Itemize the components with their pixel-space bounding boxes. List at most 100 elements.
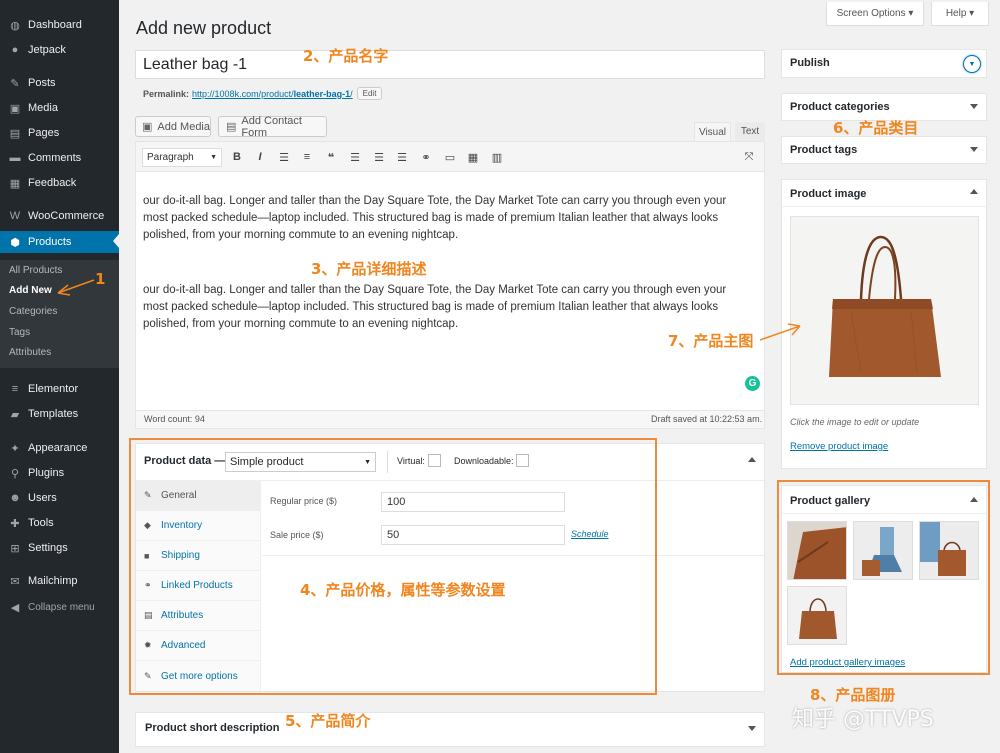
help-button[interactable]: Help ▾ — [931, 2, 989, 26]
sidebar-item-collapse-menu[interactable]: ◀ Collapse menu — [0, 596, 119, 618]
sidebar-item-plugins[interactable]: ⚲ Plugins — [0, 462, 119, 484]
sidebar-item-label: Feedback — [28, 177, 77, 189]
submenu-tags[interactable]: Tags — [9, 327, 30, 338]
sidebar-item-woocommerce[interactable]: W WooCommerce — [0, 205, 119, 227]
feedback-icon: ▦ — [9, 177, 21, 190]
tab-text[interactable]: Text — [735, 122, 765, 141]
permalink-suffix: / — [350, 88, 353, 99]
sidebar-item-label: Media — [28, 102, 58, 114]
grammarly-icon[interactable]: G — [745, 376, 760, 391]
numbered-list-icon[interactable]: ≡ — [300, 150, 314, 164]
add-media-button[interactable]: ▣ Add Media — [135, 116, 211, 137]
annotation-2: 2、产品名字 — [303, 47, 389, 65]
sidebar-item-label: Posts — [28, 77, 56, 89]
product-title-input[interactable]: Leather bag -1 — [135, 50, 765, 79]
sidebar-item-settings[interactable]: ⊞ Settings — [0, 537, 119, 559]
sidebar-item-posts[interactable]: ✎ Posts — [0, 72, 119, 94]
collapse-icon: ◀ — [10, 601, 20, 614]
collapse-caret-icon[interactable] — [748, 457, 756, 462]
expand-caret-icon[interactable] — [970, 147, 978, 152]
pushpin-icon: ✎ — [10, 77, 20, 90]
permalink-label: Permalink: — [143, 88, 190, 99]
italic-icon[interactable]: I — [253, 150, 267, 164]
sidebar-item-label: Pages — [28, 127, 60, 139]
sidebar-item-jetpack[interactable]: ● Jetpack — [0, 39, 119, 61]
chevron-down-icon[interactable]: ▼ — [963, 55, 981, 73]
table-icon[interactable]: ▥ — [490, 150, 504, 164]
submenu-attributes[interactable]: Attributes — [9, 347, 51, 358]
sidebar-item-label: Dashboard — [28, 19, 82, 31]
annotation-box-gallery — [777, 480, 990, 675]
plugin-icon: ⚲ — [10, 467, 20, 480]
dropdown-arrow-icon: ▼ — [210, 154, 217, 161]
permalink-edit-button[interactable]: Edit — [356, 87, 383, 100]
sidebar-item-comments[interactable]: ▬ Comments — [0, 147, 119, 169]
blockquote-icon[interactable]: ❝ — [324, 150, 338, 164]
add-contact-form-label: Add Contact Form — [241, 114, 302, 139]
comment-icon: ▬ — [9, 152, 21, 164]
product-main-image[interactable] — [790, 216, 979, 405]
toolbar-toggle-icon[interactable]: ▦ — [466, 150, 480, 164]
short-description-title: Product short description — [145, 722, 280, 734]
sidebar-item-label: Products — [28, 236, 72, 248]
sidebar-item-templates[interactable]: ▰ Templates — [0, 403, 119, 425]
screen-options-button[interactable]: Screen Options ▾ — [826, 2, 924, 26]
product-categories-title: Product categories — [790, 101, 890, 113]
sidebar-item-tools[interactable]: ✚ Tools — [0, 512, 119, 534]
description-paragraph-1[interactable]: our do-it-all bag. Longer and taller tha… — [143, 193, 753, 244]
align-right-icon[interactable]: ☰ — [395, 150, 409, 164]
mailchimp-icon: ✉ — [10, 575, 20, 588]
sidebar-item-label: Appearance — [28, 442, 88, 454]
watermark: 知乎 @TTVPS — [792, 707, 934, 732]
fullscreen-icon[interactable]: ⤧ — [742, 150, 756, 164]
add-contact-form-button[interactable]: ▤ Add Contact Form — [218, 114, 327, 139]
add-media-label: Add Media — [157, 120, 210, 133]
expand-caret-icon[interactable] — [970, 104, 978, 109]
read-more-icon[interactable]: ▭ — [443, 150, 457, 164]
sidebar-item-users[interactable]: ☻ Users — [0, 487, 119, 509]
wp-admin-screen: ◍ Dashboard ● Jetpack ✎ Posts ▣ Media ▤ Pages ▬ Com… — [0, 0, 1000, 753]
contact-form-icon: ▤ — [226, 121, 237, 133]
woocommerce-icon: W — [9, 210, 21, 222]
expand-caret-icon[interactable] — [748, 726, 756, 731]
sidebar-item-dashboard[interactable]: ◍ Dashboard — [0, 14, 119, 36]
link-icon[interactable]: ⚭ — [419, 150, 433, 164]
product-image-title: Product image — [790, 188, 867, 200]
annotation-4: 4、产品价格，属性等参数设置 — [300, 581, 506, 599]
elementor-icon: ≡ — [11, 383, 19, 395]
sidebar-item-media[interactable]: ▣ Media — [0, 97, 119, 119]
page-title: Add new product — [136, 18, 272, 38]
sidebar-item-label: Elementor — [28, 383, 79, 395]
description-paragraph-2[interactable]: our do-it-all bag. Longer and taller tha… — [143, 282, 753, 333]
sidebar-item-products[interactable]: ⬢ Products — [0, 231, 119, 253]
sidebar-item-elementor[interactable]: ≡ Elementor — [0, 378, 119, 400]
active-menu-notch — [113, 234, 119, 248]
draft-saved-status: Draft saved at 10:22:53 am. — [651, 414, 763, 424]
align-center-icon[interactable]: ☰ — [372, 150, 386, 164]
jetpack-icon: ● — [11, 44, 19, 56]
tab-visual[interactable]: Visual — [694, 122, 731, 141]
sidebar-item-label: Comments — [28, 152, 82, 164]
annotation-6: 6、产品类目 — [833, 119, 919, 137]
sidebar-item-mailchimp[interactable]: ✉ Mailchimp — [0, 570, 119, 592]
sidebar-item-label: Plugins — [28, 467, 65, 479]
bold-icon[interactable]: B — [230, 150, 244, 164]
format-select[interactable]: Paragraph ▼ — [142, 148, 222, 167]
remove-product-image-link[interactable]: Remove product image — [790, 441, 888, 452]
bullet-list-icon[interactable]: ☰ — [277, 150, 291, 164]
sidebar-item-appearance[interactable]: ✦ Appearance — [0, 437, 119, 459]
sidebar-item-feedback[interactable]: ▦ Feedback — [0, 172, 119, 194]
annotation-5: 5、产品简介 — [285, 712, 371, 730]
appearance-icon: ✦ — [10, 442, 20, 455]
submenu-all-products[interactable]: All Products — [9, 265, 62, 276]
sidebar-item-label: Jetpack — [28, 44, 66, 56]
pages-icon: ▤ — [9, 127, 21, 140]
submenu-add-new[interactable]: Add New — [9, 285, 52, 296]
sidebar-item-pages[interactable]: ▤ Pages — [0, 122, 119, 144]
collapse-caret-icon[interactable] — [970, 189, 978, 194]
settings-icon: ⊞ — [10, 542, 20, 555]
align-left-icon[interactable]: ☰ — [348, 150, 362, 164]
submenu-categories[interactable]: Categories — [9, 306, 57, 317]
permalink-url[interactable]: http://1008k.com/product/leather-bag-1/ — [192, 89, 353, 99]
tools-icon: ✚ — [10, 517, 20, 530]
